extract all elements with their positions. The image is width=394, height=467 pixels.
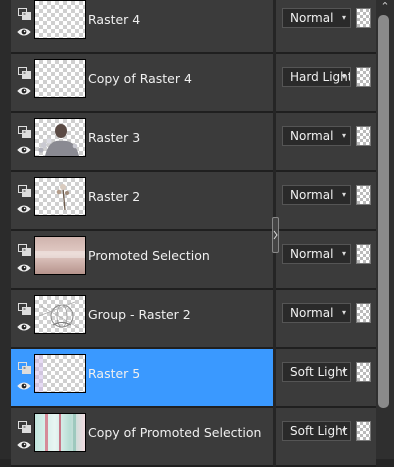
blend-mode-value: Soft Light xyxy=(290,365,348,379)
layer-row[interactable]: Raster 4 xyxy=(11,0,273,54)
layer-opacity-swatch[interactable] xyxy=(356,303,371,323)
blend-mode-value: Soft Light xyxy=(290,424,348,438)
blend-mode-value: Normal xyxy=(290,11,334,25)
panel-splitter-handle[interactable] xyxy=(272,217,279,253)
layer-thumbnail[interactable] xyxy=(34,295,86,334)
blend-mode-dropdown[interactable]: Normal ▾ xyxy=(282,185,351,205)
visibility-eye-icon[interactable] xyxy=(17,143,31,156)
blend-mode-dropdown[interactable]: Soft Light ▾ xyxy=(282,421,351,441)
layer-blend-cell: Normal ▾ xyxy=(276,172,376,231)
blend-mode-value: Normal xyxy=(290,188,334,202)
layer-name: Promoted Selection xyxy=(88,248,210,263)
layer-blend-cell: Normal ▾ xyxy=(276,290,376,349)
visibility-eye-icon[interactable] xyxy=(17,202,31,215)
layer-name: Copy of Raster 4 xyxy=(88,71,192,86)
layer-link-icon[interactable] xyxy=(17,184,31,197)
layer-opacity-swatch[interactable] xyxy=(356,8,371,28)
layer-opacity-swatch[interactable] xyxy=(356,67,371,87)
layer-opacity-swatch[interactable] xyxy=(356,244,371,264)
layer-link-icon[interactable] xyxy=(17,125,31,138)
blend-mode-dropdown[interactable]: Normal ▾ xyxy=(282,8,351,28)
chevron-down-icon[interactable]: ▾ xyxy=(342,363,346,381)
layer-thumbnail[interactable] xyxy=(34,354,86,393)
layer-opacity-swatch[interactable] xyxy=(356,185,371,205)
layer-blend-cell: Soft Light ▾ xyxy=(276,408,376,467)
layer-name: Raster 4 xyxy=(88,12,141,27)
layer-thumbnail[interactable] xyxy=(34,0,86,39)
layer-name: Raster 3 xyxy=(88,130,141,145)
layer-name: Copy of Promoted Selection xyxy=(88,425,262,440)
layer-row[interactable]: Copy of Raster 4 xyxy=(11,54,273,113)
layer-name: Group - Raster 2 xyxy=(88,307,191,322)
layer-thumbnail[interactable] xyxy=(34,236,86,275)
chevron-down-icon[interactable]: ▾ xyxy=(342,422,346,440)
blend-mode-dropdown[interactable]: Soft Light ▾ xyxy=(282,362,351,382)
blend-mode-dropdown[interactable]: Normal ▾ xyxy=(282,244,351,264)
layer-link-icon[interactable] xyxy=(17,420,31,433)
layer-name: Raster 2 xyxy=(88,189,141,204)
blend-mode-value: Normal xyxy=(290,129,334,143)
layer-link-icon[interactable] xyxy=(17,66,31,79)
blend-mode-dropdown[interactable]: Normal ▾ xyxy=(282,303,351,323)
chevron-down-icon[interactable]: ▾ xyxy=(342,127,346,145)
visibility-eye-icon[interactable] xyxy=(17,84,31,97)
layer-blend-cell: Normal ▾ xyxy=(276,231,376,290)
visibility-eye-icon[interactable] xyxy=(17,379,31,392)
layer-row[interactable]: Raster 2 xyxy=(11,172,273,231)
chevron-down-icon[interactable]: ▾ xyxy=(342,304,346,322)
blend-mode-dropdown[interactable]: Hard Light ▾ xyxy=(282,67,351,87)
layer-link-icon[interactable] xyxy=(17,243,31,256)
layer-thumbnail[interactable] xyxy=(34,118,86,157)
chevron-down-icon[interactable]: ▾ xyxy=(342,68,346,86)
layer-blend-cell: Hard Light ▾ xyxy=(276,54,376,113)
layer-row[interactable]: Raster 3 xyxy=(11,113,273,172)
blend-mode-dropdown[interactable]: Normal ▾ xyxy=(282,126,351,146)
blend-mode-value: Normal xyxy=(290,306,334,320)
visibility-eye-icon[interactable] xyxy=(17,320,31,333)
layer-name: Raster 5 xyxy=(88,366,141,381)
visibility-eye-icon[interactable] xyxy=(17,438,31,451)
layer-blend-cell: Normal ▾ xyxy=(276,113,376,172)
visibility-eye-icon[interactable] xyxy=(17,261,31,274)
layer-row[interactable]: Copy of Promoted Selection xyxy=(11,408,273,467)
visibility-eye-icon[interactable] xyxy=(17,25,31,38)
layer-opacity-swatch[interactable] xyxy=(356,362,371,382)
chevron-down-icon[interactable]: ▾ xyxy=(342,186,346,204)
chevron-down-icon[interactable]: ▾ xyxy=(342,9,346,27)
layer-link-icon[interactable] xyxy=(17,361,31,374)
layer-row[interactable]: Promoted Selection xyxy=(11,231,273,290)
layer-thumbnail[interactable] xyxy=(34,177,86,216)
layer-row[interactable]: Raster 5 xyxy=(11,349,273,408)
blend-mode-value: Normal xyxy=(290,247,334,261)
layer-row[interactable]: Group - Raster 2 xyxy=(11,290,273,349)
layer-blend-cell: Soft Light ▾ xyxy=(276,349,376,408)
panel-left-strip xyxy=(0,0,11,459)
layers-panel: Raster 4 Normal ▾ Copy of Raster 4 Hard Ligh… xyxy=(0,0,394,467)
layer-thumbnail[interactable] xyxy=(34,59,86,98)
layer-opacity-swatch[interactable] xyxy=(356,421,371,441)
scrollbar-thumb[interactable] xyxy=(378,15,389,408)
layer-link-icon[interactable] xyxy=(17,7,31,20)
chevron-down-icon[interactable]: ▾ xyxy=(342,245,346,263)
scroll-up-arrow-icon[interactable]: ⌃ xyxy=(376,0,394,14)
layer-opacity-swatch[interactable] xyxy=(356,126,371,146)
layer-blend-cell: Normal ▾ xyxy=(276,0,376,54)
layer-thumbnail[interactable] xyxy=(34,413,86,452)
layer-link-icon[interactable] xyxy=(17,302,31,315)
